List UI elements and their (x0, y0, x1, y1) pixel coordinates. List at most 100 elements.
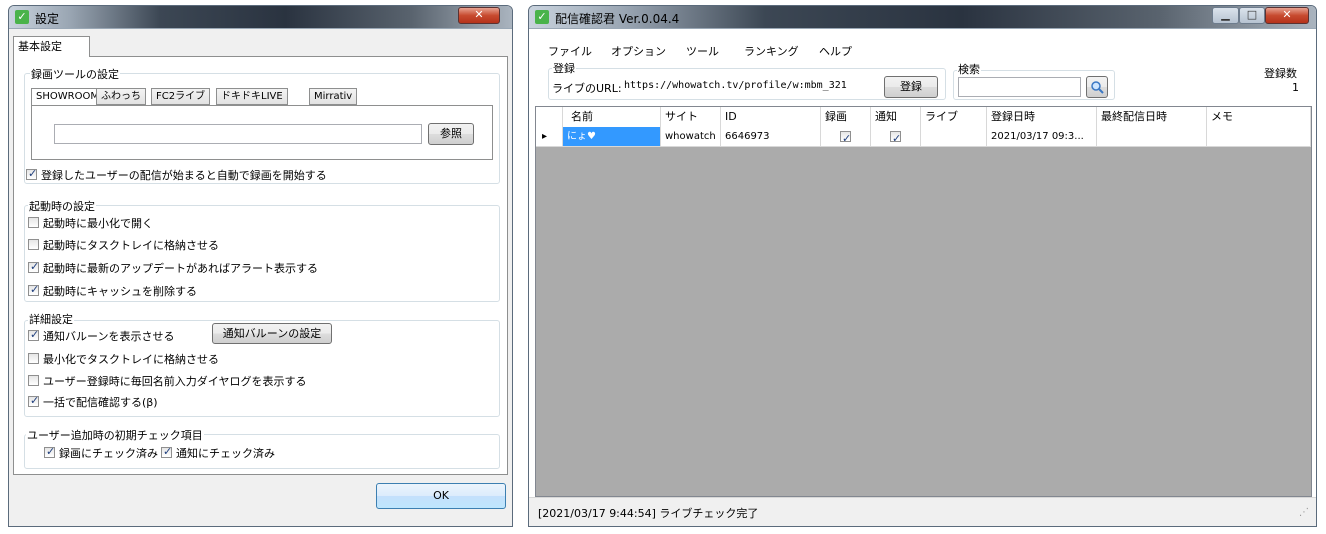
grid-header: 名前 サイト ID 録画 通知 ライブ 登録日時 最終配信日時 メモ (536, 107, 1311, 128)
search-input[interactable] (958, 77, 1081, 97)
subtab-showroom[interactable]: SHOWROOM (31, 88, 104, 106)
cell-live[interactable] (921, 127, 987, 147)
register-label: 登録 (552, 60, 576, 76)
main-title: 配信確認君 Ver.0.04.4 (555, 12, 680, 26)
close-icon: ✕ (474, 8, 484, 21)
minimize-tray-checkbox[interactable] (28, 353, 39, 364)
ok-button[interactable]: OK (376, 483, 506, 509)
balloon-settings-button[interactable]: 通知バルーンの設定 (212, 323, 332, 344)
search-icon (1091, 81, 1104, 94)
col-header-notify[interactable]: 通知 (871, 107, 921, 127)
startup-tray-checkbox[interactable] (28, 239, 39, 250)
col-header-memo[interactable]: メモ (1207, 107, 1311, 127)
col-header-live[interactable]: ライブ (921, 107, 987, 127)
auto-record-label: 登録したユーザーの配信が始まると自動で録画を開始する (41, 169, 327, 182)
balloon-label: 通知バルーンを表示させる (43, 330, 175, 343)
initial-notify-label: 通知にチェック済み (176, 447, 275, 460)
menu-ranking[interactable]: ランキング (744, 43, 799, 59)
subtab-dokidoki[interactable]: ドキドキLIVE (216, 88, 288, 105)
close-button[interactable]: ✕ (1265, 7, 1309, 24)
search-label: 検索 (957, 61, 981, 77)
maximize-icon: □ (1246, 8, 1258, 21)
col-header-last[interactable]: 最終配信日時 (1097, 107, 1207, 127)
maximize-button[interactable]: □ (1239, 7, 1265, 24)
row-indicator: ▸ (536, 127, 563, 147)
status-text: [2021/03/17 9:44:54] ライブチェック完了 (538, 507, 759, 520)
name-dialog-checkbox[interactable] (28, 375, 39, 386)
col-header-registered[interactable]: 登録日時 (987, 107, 1097, 127)
settings-window: ✓ 設定 ✕ 基本設定 録画ツールの設定 SHOWROOM ふわっち FC2ライ… (8, 5, 513, 527)
resize-grip-icon[interactable]: ⋰ (1299, 507, 1309, 518)
rec-tool-tabs: SHOWROOM ふわっち FC2ライブ ドキドキLIVE Mirrativ (31, 88, 493, 106)
settings-titlebar[interactable]: ✓ 設定 ✕ (9, 6, 512, 29)
initial-rec-label: 録画にチェック済み (59, 447, 158, 460)
startup-label: 起動時の設定 (28, 198, 96, 214)
count-label: 登録数 (1264, 67, 1297, 80)
minimize-tray-label: 最小化でタスクトレイに格納させる (43, 353, 219, 366)
startup-minimize-checkbox[interactable] (28, 217, 39, 228)
balloon-checkbox[interactable] (28, 328, 39, 341)
cell-notify[interactable] (871, 127, 921, 147)
bulk-check-checkbox[interactable] (28, 394, 39, 407)
detail-label: 詳細設定 (28, 311, 74, 327)
settings-title: 設定 (35, 12, 60, 26)
col-header-name[interactable]: 名前 (563, 107, 661, 127)
menu-bar: ファイル オプション ツール ランキング ヘルプ (529, 28, 1316, 58)
main-window: ✓ 配信確認君 Ver.0.04.4 ▁ □ ✕ ファイル オプション ツール … (528, 5, 1317, 527)
bulk-check-label: 一括で配信確認する(β) (43, 396, 158, 409)
user-grid[interactable]: 名前 サイト ID 録画 通知 ライブ 登録日時 最終配信日時 メモ ▸ にょ♥… (535, 106, 1312, 497)
startup-minimize-label: 起動時に最小化で開く (43, 217, 153, 230)
startup-update-alert-label: 起動時に最新のアップデートがあればアラート表示する (43, 262, 318, 275)
table-row[interactable]: ▸ にょ♥ whowatch 6646973 2021/03/17 09:3..… (536, 127, 1311, 147)
menu-file[interactable]: ファイル (548, 43, 592, 59)
subtab-mirrativ[interactable]: Mirrativ (309, 88, 358, 105)
minimize-icon: ▁ (1221, 8, 1230, 21)
check-app-icon: ✓ (15, 10, 29, 24)
minimize-button[interactable]: ▁ (1212, 7, 1239, 24)
row-pointer-icon: ▸ (542, 131, 548, 142)
initial-check-label: ユーザー追加時の初期チェック項目 (26, 427, 204, 443)
menu-tools[interactable]: ツール (686, 43, 719, 59)
url-value[interactable]: https://whowatch.tv/profile/w:mbm_321 (624, 80, 847, 91)
cell-name[interactable]: にょ♥ (563, 127, 661, 147)
subtab-fuwatch[interactable]: ふわっち (96, 88, 146, 105)
initial-rec-checkbox[interactable] (44, 445, 55, 458)
col-header-site[interactable]: サイト (661, 107, 721, 127)
close-button[interactable]: ✕ (458, 7, 500, 24)
menu-options[interactable]: オプション (611, 43, 666, 59)
menu-help[interactable]: ヘルプ (819, 43, 852, 59)
startup-clear-cache-label: 起動時にキャッシュを削除する (43, 285, 197, 298)
cell-rec[interactable] (821, 127, 871, 147)
main-titlebar[interactable]: ✓ 配信確認君 Ver.0.04.4 ▁ □ ✕ (529, 6, 1316, 29)
tab-basic-label: 基本設定 (18, 40, 62, 53)
check-app-icon: ✓ (535, 10, 549, 24)
status-bar: [2021/03/17 9:44:54] ライブチェック完了 ⋰ (529, 497, 1316, 526)
rec-checkbox[interactable] (840, 129, 851, 146)
cell-last[interactable] (1097, 127, 1207, 147)
startup-clear-cache-checkbox[interactable] (28, 283, 39, 296)
auto-record-checkbox[interactable] (26, 167, 37, 180)
url-label: ライブのURL: (552, 82, 622, 95)
basic-settings-page: 録画ツールの設定 SHOWROOM ふわっち FC2ライブ ドキドキLIVE M… (13, 56, 508, 475)
rec-tool-label: 録画ツールの設定 (30, 66, 120, 82)
register-button[interactable]: 登録 (884, 76, 938, 98)
count-value: 1 (1292, 81, 1299, 94)
cell-site[interactable]: whowatch (661, 127, 721, 147)
browse-button[interactable]: 参照 (428, 123, 474, 145)
cell-registered[interactable]: 2021/03/17 09:3... (987, 127, 1097, 147)
subtab-fc2[interactable]: FC2ライブ (151, 88, 211, 105)
cell-id[interactable]: 6646973 (721, 127, 821, 147)
close-icon: ✕ (1282, 8, 1292, 21)
initial-notify-checkbox[interactable] (161, 445, 172, 458)
search-button[interactable] (1086, 76, 1108, 98)
name-dialog-label: ユーザー登録時に毎回名前入力ダイヤログを表示する (43, 375, 307, 388)
cell-memo[interactable] (1207, 127, 1311, 147)
notify-checkbox[interactable] (890, 129, 901, 146)
col-header-id[interactable]: ID (721, 107, 821, 127)
startup-tray-label: 起動時にタスクトレイに格納させる (43, 239, 219, 252)
col-header-rec[interactable]: 録画 (821, 107, 871, 127)
row-header-corner (536, 107, 563, 127)
startup-update-alert-checkbox[interactable] (28, 260, 39, 273)
tab-basic-settings[interactable]: 基本設定 (13, 36, 90, 57)
rec-tool-path-input[interactable] (54, 124, 422, 144)
